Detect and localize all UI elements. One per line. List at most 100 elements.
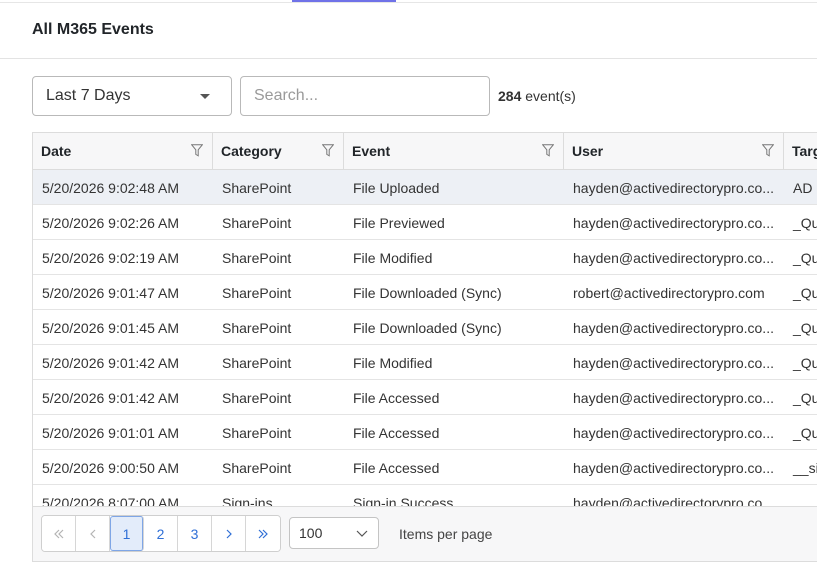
cell-category: SharePoint [222, 214, 292, 231]
title-divider [0, 58, 817, 59]
cell-category: Sign-ins [222, 494, 273, 507]
date-range-value: Last 7 Days [46, 87, 131, 104]
table-row[interactable]: 5/20/2026 9:02:19 AM SharePoint File Modif… [33, 240, 817, 275]
event-count-number: 284 [498, 88, 522, 104]
date-range-select[interactable]: Last 7 Days [32, 76, 232, 116]
table-row[interactable]: 5/20/2026 9:01:47 AM SharePoint File Downl… [33, 275, 817, 310]
cell-user: hayden@activedirectorypro.co... [573, 319, 774, 336]
cell-category: SharePoint [222, 319, 292, 336]
cell-date: 5/20/2026 9:01:42 AM [42, 389, 179, 406]
items-per-page-label: Items per page [399, 526, 493, 542]
grid-header: Date Category Event User Targ [33, 133, 817, 170]
column-header-label: User [572, 143, 604, 159]
cell-category: SharePoint [222, 284, 292, 301]
cell-user: robert@activedirectorypro.com [573, 284, 765, 301]
cell-category: SharePoint [222, 179, 292, 196]
cell-target: _Qu [793, 389, 817, 406]
cell-event: File Uploaded [353, 179, 440, 196]
event-count: 284 event(s) [498, 88, 576, 104]
cell-category: SharePoint [222, 424, 292, 441]
cell-target: _Qu [793, 354, 817, 371]
next-page-button[interactable] [212, 516, 246, 551]
column-header-event[interactable]: Event [344, 133, 564, 169]
column-header-label: Category [221, 143, 282, 159]
cell-date: 5/20/2026 9:00:50 AM [42, 459, 179, 476]
filter-icon[interactable] [191, 144, 203, 157]
table-row[interactable]: 5/20/2026 9:02:48 AM SharePoint File Uploa… [33, 170, 817, 205]
previous-page-button[interactable] [76, 516, 110, 551]
column-header-label: Date [41, 143, 72, 159]
cell-target: __sit [793, 459, 817, 476]
page-size-value: 100 [299, 525, 323, 541]
cell-user: hayden@activedirectorypro.co... [573, 424, 774, 441]
page-size-select[interactable]: 100 [289, 517, 379, 549]
cell-category: SharePoint [222, 389, 292, 406]
table-row[interactable]: 5/20/2026 9:01:01 AM SharePoint File Acces… [33, 415, 817, 450]
pagination-controls: 1 2 3 [41, 515, 281, 552]
events-grid: Date Category Event User Targ 5/20/2026 … [32, 132, 817, 562]
cell-date: 5/20/2026 8:07:00 AM [42, 494, 179, 507]
cell-target [784, 485, 817, 506]
cell-user: hayden@activedirectorypro.co... [573, 214, 774, 231]
filter-icon[interactable] [762, 144, 774, 157]
event-count-suffix: event(s) [521, 88, 576, 104]
cell-event: File Accessed [353, 459, 440, 476]
cell-target: _Qu [793, 214, 817, 231]
cell-date: 5/20/2026 9:02:19 AM [42, 249, 179, 266]
chevron-down-icon [356, 530, 368, 537]
table-row[interactable]: 5/20/2026 9:02:26 AM SharePoint File Previ… [33, 205, 817, 240]
chevron-right-icon [226, 529, 232, 538]
cell-date: 5/20/2026 9:02:48 AM [42, 179, 179, 196]
page-button-1[interactable]: 1 [110, 516, 144, 551]
cell-user: hayden@activedirectorypro.co... [573, 354, 774, 371]
cell-event: File Previewed [353, 214, 445, 231]
caret-down-icon [200, 94, 210, 99]
cell-target: _Qu [793, 249, 817, 266]
cell-user: hayden@activedirectorypro.co... [573, 249, 774, 266]
cell-category: SharePoint [222, 459, 292, 476]
cell-event: File Downloaded (Sync) [353, 319, 502, 336]
page-button-2[interactable]: 2 [144, 516, 178, 551]
column-header-category[interactable]: Category [213, 133, 344, 169]
cell-event: File Accessed [353, 424, 440, 441]
column-header-date[interactable]: Date [33, 133, 213, 169]
page-button-3[interactable]: 3 [178, 516, 212, 551]
table-row[interactable]: 5/20/2026 9:01:42 AM SharePoint File Acces… [33, 380, 817, 415]
double-chevron-left-icon [53, 529, 63, 538]
last-page-button[interactable] [246, 516, 280, 551]
cell-category: SharePoint [222, 249, 292, 266]
cell-event: Sign-in Success [353, 494, 454, 507]
grid-body: 5/20/2026 9:02:48 AM SharePoint File Uploa… [33, 170, 817, 506]
cell-date: 5/20/2026 9:01:45 AM [42, 319, 179, 336]
pagination-bar: 1 2 3 100 Items per page [33, 506, 817, 561]
cell-user: hayden@activedirectorypro.co... [573, 459, 774, 476]
cell-date: 5/20/2026 9:01:01 AM [42, 424, 179, 441]
column-header-target[interactable]: Targ [784, 133, 817, 169]
cell-target: _Qu [793, 424, 817, 441]
filter-icon[interactable] [542, 144, 554, 157]
cell-target: AD I [793, 179, 817, 196]
cell-user: hayden@activedirectorypro.co... [573, 494, 774, 507]
cell-event: File Accessed [353, 389, 440, 406]
table-row[interactable]: 5/20/2026 8:07:00 AM Sign-ins Sign-in Succ… [33, 485, 817, 507]
table-row[interactable]: 5/20/2026 9:01:42 AM SharePoint File Modif… [33, 345, 817, 380]
cell-category: SharePoint [222, 354, 292, 371]
cell-date: 5/20/2026 9:01:42 AM [42, 354, 179, 371]
cell-event: File Modified [353, 249, 433, 266]
search-input[interactable] [240, 76, 490, 116]
table-row[interactable]: 5/20/2026 9:01:45 AM SharePoint File Downl… [33, 310, 817, 345]
cell-user: hayden@activedirectorypro.co... [573, 179, 774, 196]
column-header-user[interactable]: User [564, 133, 784, 169]
cell-target: _Qu [793, 319, 817, 336]
page-title: All M365 Events [32, 21, 154, 38]
chevron-left-icon [89, 529, 95, 538]
column-header-label: Targ [792, 143, 817, 159]
first-page-button[interactable] [42, 516, 76, 551]
filter-icon[interactable] [322, 144, 334, 157]
cell-event: File Modified [353, 354, 433, 371]
tab-bar-divider [0, 2, 817, 3]
cell-target: _Qu [793, 284, 817, 301]
table-row[interactable]: 5/20/2026 9:00:50 AM SharePoint File Acces… [33, 450, 817, 485]
double-chevron-right-icon [258, 529, 268, 538]
cell-date: 5/20/2026 9:01:47 AM [42, 284, 179, 301]
